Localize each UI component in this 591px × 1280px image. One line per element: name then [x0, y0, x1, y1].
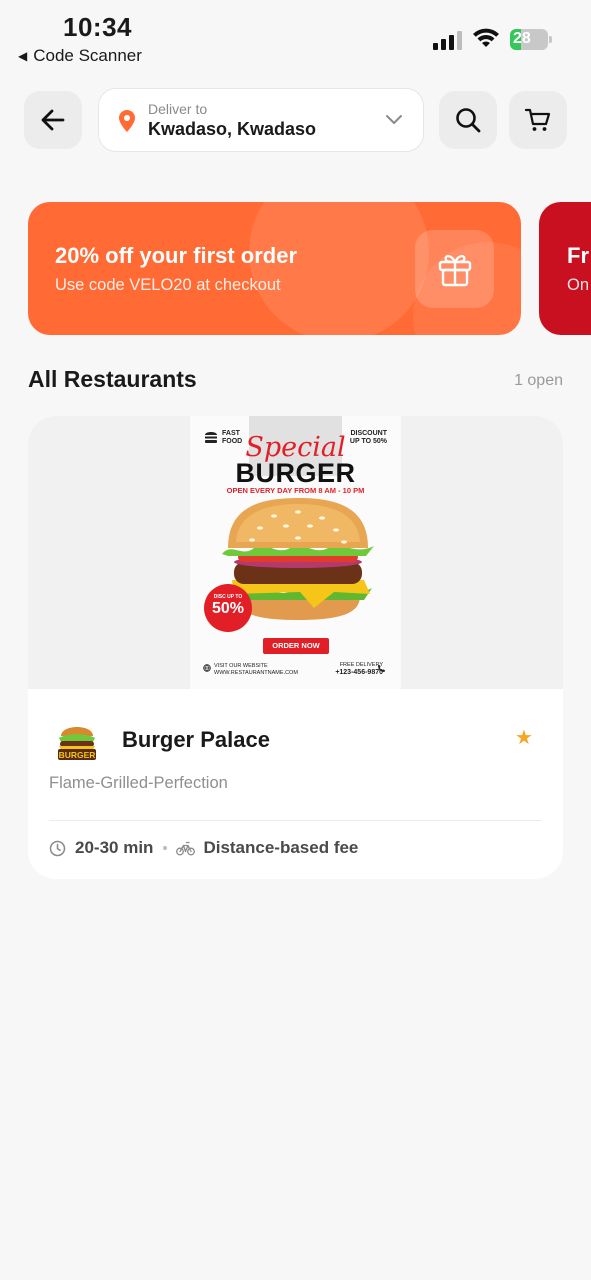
wifi-icon — [473, 28, 499, 47]
poster-website: VISIT OUR WEBSITE WWW.RESTAURANTNAME.COM — [214, 663, 298, 677]
back-app-label: Code Scanner — [33, 46, 142, 65]
delivery-address: Kwadaso, Kwadaso — [148, 119, 317, 139]
gift-icon — [438, 255, 471, 287]
promo-subtitle: On — [567, 276, 590, 294]
promo-title: Fr — [567, 243, 589, 268]
restaurant-card[interactable]: FAST FOOD DISCOUNT UP TO 50% Special BUR… — [28, 416, 563, 879]
star-icon[interactable]: ★ — [515, 727, 533, 749]
delivery-fee: Distance-based fee — [203, 838, 359, 857]
cart-button[interactable] — [509, 91, 567, 149]
delivery-time: 20-30 min — [75, 838, 154, 857]
cellular-signal-icon — [433, 31, 462, 50]
restaurant-tagline: Flame-Grilled-Perfection — [49, 774, 228, 792]
battery-indicator: 28 — [510, 29, 548, 50]
poster-badge-big: 50% — [211, 600, 245, 617]
phone-icon — [378, 665, 385, 672]
promo-banner-second[interactable]: Fr On — [539, 202, 591, 335]
globe-icon — [203, 664, 211, 672]
poster-discount-badge: DISC UP TO 50% — [204, 584, 252, 632]
search-button[interactable] — [439, 91, 497, 149]
promo-subtitle: Use code VELO20 at checkout — [55, 276, 281, 294]
separator-dot — [163, 846, 168, 850]
battery-nub — [549, 36, 552, 43]
restaurant-logo: BURGER — [58, 727, 96, 760]
section-title: All Restaurants — [28, 366, 197, 392]
promo-title: 20% off your first order — [55, 243, 298, 268]
restaurant-name: Burger Palace — [122, 727, 270, 752]
restaurant-meta: 20-30 min Distance-based fee — [49, 837, 358, 859]
poster-order-now: ORDER NOW — [263, 638, 329, 654]
poster-contact: FREE DELIVERY +123-456-9870 — [335, 662, 383, 676]
arrow-left-icon — [41, 109, 65, 131]
poster-url: WWW.RESTAURANTNAME.COM — [214, 670, 298, 676]
open-count: 1 open — [514, 372, 563, 389]
status-bar: 10:34 ◀ Code Scanner 28 — [0, 0, 591, 76]
poster-phone-number: +123-456-9870 — [335, 669, 383, 676]
deliver-to-label: Deliver to — [148, 101, 208, 117]
delivery-location-selector[interactable]: Deliver to Kwadaso, Kwadaso — [98, 88, 424, 152]
gift-icon-container — [415, 230, 494, 308]
back-triangle-icon: ◀ — [18, 49, 28, 63]
back-button[interactable] — [24, 91, 82, 149]
card-divider — [49, 820, 542, 821]
cart-icon — [524, 108, 551, 131]
back-to-app-link[interactable]: ◀ Code Scanner — [18, 46, 142, 66]
battery-level-text: 28 — [513, 30, 531, 47]
logo-text: BURGER — [59, 750, 96, 760]
chevron-down-icon — [386, 115, 402, 124]
promo-banner-first-order[interactable]: 20% off your first order Use code VELO20… — [28, 202, 521, 335]
poster-free-delivery: FREE DELIVERY — [339, 662, 383, 668]
status-time: 10:34 — [63, 12, 132, 42]
poster-visit: VISIT OUR WEBSITE — [214, 663, 268, 669]
clock-icon — [49, 840, 66, 856]
burger-poster-image: FAST FOOD DISCOUNT UP TO 50% Special BUR… — [190, 416, 401, 689]
search-icon — [456, 108, 481, 133]
map-pin-icon — [119, 110, 135, 132]
poster-hours: OPEN EVERY DAY FROM 8 AM - 10 PM — [226, 486, 365, 495]
restaurant-hero-image: FAST FOOD DISCOUNT UP TO 50% Special BUR… — [28, 416, 563, 689]
poster-burger-title: BURGER — [235, 458, 356, 488]
bicycle-icon — [176, 841, 196, 855]
